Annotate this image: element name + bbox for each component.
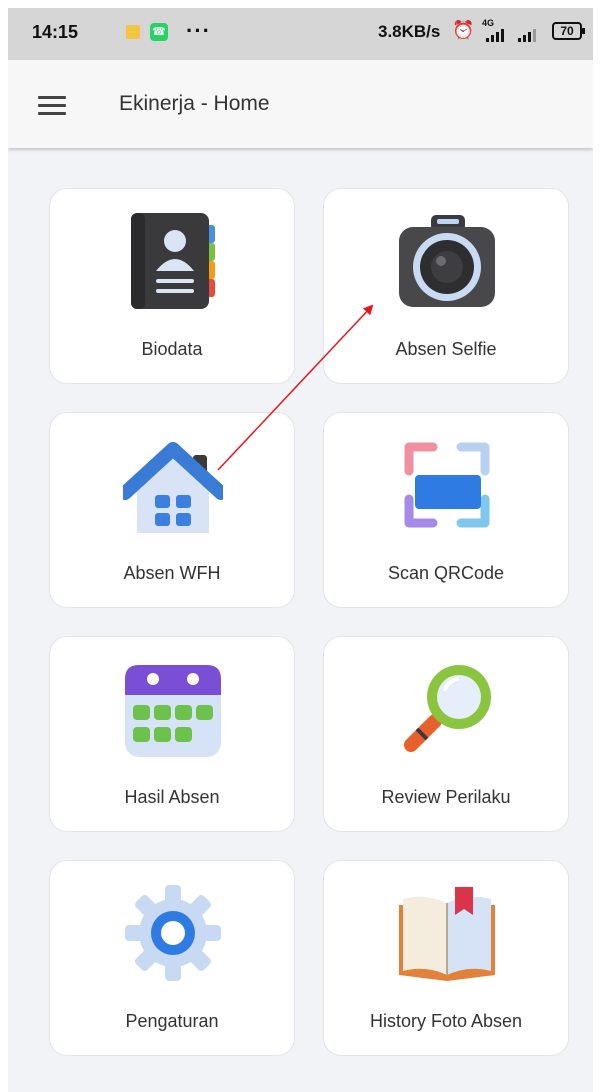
menu-card-absen-selfie[interactable]: Absen Selfie (323, 188, 569, 384)
more-notifications-icon: ··· (186, 18, 211, 43)
house-icon (123, 442, 223, 533)
contact-book-icon (131, 213, 215, 309)
calendar-icon (125, 665, 221, 757)
network-type: 4G (482, 18, 495, 28)
menu-card-label: Review Perilaku (381, 787, 511, 807)
alarm-off-icon: ⏰ (452, 20, 475, 40)
network-speed: 3.8KB/s (378, 22, 441, 41)
app-bar: Ekinerja - Home (8, 60, 593, 148)
whatsapp-icon: ☎ (150, 23, 168, 41)
menu-card-label: Scan QRCode (387, 563, 505, 583)
menu-card-label: Pengaturan (125, 1011, 219, 1031)
menu-card-absen-wfh[interactable]: Absen WFH (49, 412, 295, 608)
menu-card-scan-qrcode[interactable]: Scan QRCode (323, 412, 569, 608)
menu-card-review-perilaku[interactable]: Review Perilaku (323, 636, 569, 832)
scan-frame-icon (404, 442, 490, 528)
status-time: 14:15 (32, 22, 79, 42)
menu-card-label: History Foto Absen (369, 1011, 523, 1031)
gear-icon (125, 885, 221, 981)
menu-card-hasil-absen[interactable]: Hasil Absen (49, 636, 295, 832)
magnifier-icon (404, 665, 491, 752)
menu-card-label: Absen WFH (123, 563, 221, 583)
menu-card-history-foto-absen[interactable]: History Foto Absen (323, 860, 569, 1056)
menu-card-label: Biodata (141, 339, 203, 359)
hamburger-menu-icon[interactable] (38, 96, 66, 116)
status-bar: 14:15 ☎ ··· 3.8KB/s ⏰ 4G 70 (8, 8, 593, 60)
menu-card-label: Hasil Absen (124, 787, 220, 807)
menu-card-pengaturan[interactable]: Pengaturan (49, 860, 295, 1056)
battery-icon: 70 (552, 22, 585, 40)
notes-icon (126, 25, 140, 39)
phone-screen: 14:15 ☎ ··· 3.8KB/s ⏰ 4G 70 Ekinerja - H… (8, 8, 593, 1092)
menu-card-biodata[interactable]: Biodata (49, 188, 295, 384)
open-book-icon (399, 887, 495, 981)
page-title: Ekinerja - Home (119, 92, 270, 115)
menu-card-label: Absen Selfie (395, 339, 497, 359)
camera-icon (399, 215, 495, 307)
